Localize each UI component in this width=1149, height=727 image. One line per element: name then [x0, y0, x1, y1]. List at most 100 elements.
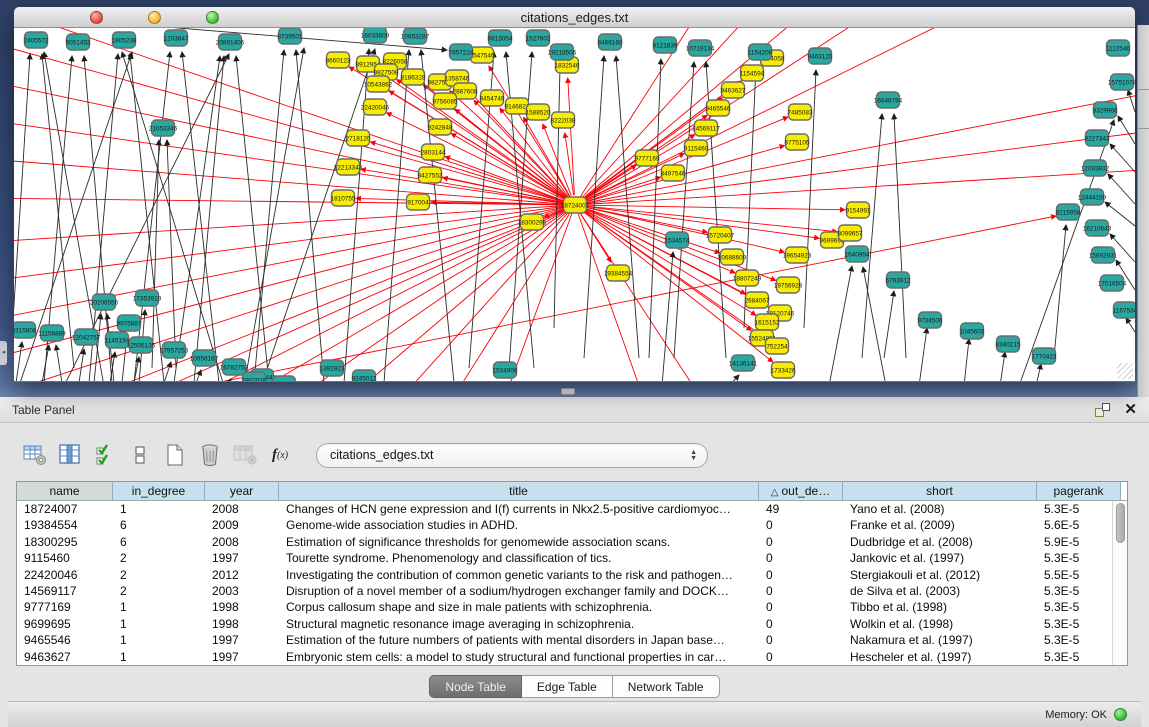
graph-node[interactable]: 10719134 — [686, 40, 715, 56]
citation-edge[interactable] — [180, 216, 1056, 381]
column-header-in_degree[interactable]: in_degree — [113, 482, 205, 500]
window-resize-grip[interactable] — [1117, 363, 1133, 379]
function-builder-icon[interactable]: f(x) — [267, 442, 293, 468]
column-header-out_de[interactable]: △out_de… — [759, 482, 843, 500]
delete-icon[interactable] — [197, 442, 223, 468]
graph-node[interactable]: 8813054 — [488, 30, 513, 46]
graph-node[interactable]: 9121839 — [653, 37, 678, 53]
float-window-icon[interactable] — [1095, 403, 1110, 417]
graph-node[interactable]: 10653287 — [401, 28, 430, 44]
graph-node[interactable]: 8660123 — [326, 52, 351, 68]
graph-node[interactable]: 1154594 — [740, 65, 765, 81]
table-row[interactable]: 946362711997Embryonic stem cells: a mode… — [17, 649, 1127, 665]
row-check-icon[interactable] — [92, 442, 118, 468]
graph-node[interactable]: 9048510 — [272, 376, 297, 381]
graph-node[interactable]: 7485083 — [788, 104, 813, 120]
graph-node[interactable]: 9463120 — [808, 48, 833, 64]
new-table-icon[interactable] — [162, 442, 188, 468]
table-scrollbar[interactable] — [1112, 501, 1127, 665]
collapse-panel-handle[interactable]: ◂ — [0, 341, 7, 365]
table-row[interactable]: 1872400712008Changes of HCN gene express… — [17, 501, 1127, 517]
graph-node[interactable]: 12093832 — [1081, 160, 1110, 176]
graph-node[interactable]: 2684067 — [745, 292, 770, 308]
citation-edge[interactable] — [585, 205, 845, 210]
table-row[interactable]: 2242004622012Investigating the contribut… — [17, 567, 1127, 583]
graph-node[interactable]: 2718120 — [346, 130, 371, 146]
graph-node[interactable]: 9756085 — [433, 93, 458, 109]
graph-node[interactable]: 16210643 — [1083, 220, 1112, 236]
graph-node[interactable]: 9242848 — [428, 119, 453, 135]
table-row[interactable]: 969969511998Structural magnetic resonanc… — [17, 616, 1127, 632]
table-row[interactable]: 1456911722003Disruption of a novel membe… — [17, 583, 1127, 599]
graph-node[interactable]: 10688609 — [718, 249, 747, 265]
graph-node[interactable]: 1203847 — [164, 30, 189, 46]
table-row[interactable]: 977716911998Corpus callosum shape and si… — [17, 599, 1127, 615]
graph-node[interactable]: 12042757 — [72, 329, 101, 345]
close-window-icon[interactable] — [90, 11, 103, 24]
graph-edge[interactable] — [244, 48, 304, 381]
table-source-select[interactable]: citations_edges.txt ▲▼ — [316, 443, 708, 468]
graph-node[interactable]: 8427552 — [418, 167, 443, 183]
graph-node[interactable]: 9154991 — [846, 202, 871, 218]
table-row[interactable]: 1938455462009Genome-wide association stu… — [17, 517, 1127, 533]
graph-node[interactable]: 9777169 — [635, 150, 660, 166]
graph-node[interactable]: 17353919 — [133, 290, 162, 306]
graph-edge[interactable] — [863, 267, 886, 381]
graph-node[interactable]: 8099657 — [838, 225, 863, 241]
graph-node[interactable]: 18724007 — [561, 197, 590, 213]
graph-node[interactable]: 9465546 — [706, 100, 731, 116]
graph-node[interactable]: 7902016 — [242, 372, 267, 381]
graph-node[interactable]: 1733426 — [771, 362, 796, 378]
graph-node[interactable]: 2405572 — [24, 32, 49, 48]
graph-edge[interactable] — [1118, 116, 1135, 144]
network-canvas[interactable]: 1872400718300295866012389129548226058982… — [14, 28, 1135, 381]
graph-edge[interactable] — [16, 342, 22, 381]
graph-node[interactable]: 9463627 — [721, 82, 746, 98]
citation-edge[interactable] — [14, 198, 575, 205]
graph-node[interactable]: 14136141 — [729, 355, 758, 371]
graph-node[interactable]: 1112546 — [1106, 40, 1130, 56]
graph-edge[interactable] — [196, 370, 201, 381]
graph-node[interactable]: 10958167 — [190, 350, 219, 366]
graph-edge[interactable] — [1036, 364, 1041, 381]
column-visibility-icon[interactable] — [57, 442, 83, 468]
memory-status-icon[interactable] — [1114, 708, 1127, 721]
column-header-short[interactable]: short — [843, 482, 1037, 500]
graph-edge[interactable] — [134, 52, 170, 381]
graph-node[interactable]: 19654923 — [783, 247, 812, 263]
graph-node[interactable]: 1810755 — [331, 190, 356, 206]
graph-node[interactable]: 12505135 — [127, 337, 156, 353]
citation-edge[interactable] — [575, 28, 894, 205]
graph-node[interactable]: 1615152 — [755, 314, 780, 330]
graph-edge[interactable] — [42, 345, 49, 381]
graph-node[interactable]: 9734506 — [918, 312, 943, 328]
graph-edge[interactable] — [729, 375, 739, 381]
graph-node[interactable]: 19218506 — [548, 44, 577, 60]
citation-edge[interactable] — [580, 213, 611, 262]
graph-node[interactable]: 22420046 — [361, 99, 390, 115]
citation-edge[interactable] — [575, 168, 1135, 205]
graph-edge[interactable] — [674, 62, 694, 358]
graph-node[interactable]: 21053346 — [149, 120, 178, 136]
graph-edge[interactable] — [236, 56, 269, 381]
graph-node[interactable]: 8222038 — [551, 112, 576, 128]
column-header-pagerank[interactable]: pagerank — [1037, 482, 1121, 500]
graph-node[interactable]: 8186328 — [401, 69, 426, 85]
table-row[interactable]: 946554611997Estimation of the future num… — [17, 632, 1127, 648]
column-header-title[interactable]: title — [279, 482, 759, 500]
graph-node[interactable]: 18300295 — [518, 214, 547, 230]
graph-node[interactable]: 1392923 — [320, 360, 345, 376]
graph-node[interactable]: 1534574 — [665, 232, 690, 248]
graph-node[interactable]: 10543862 — [364, 76, 393, 92]
graph-node[interactable]: 8454749 — [480, 90, 505, 106]
graph-node[interactable]: 17016504 — [1098, 275, 1127, 291]
graph-node[interactable]: 8340215 — [996, 336, 1021, 352]
graph-edge[interactable] — [662, 252, 673, 381]
column-header-year[interactable]: year — [205, 482, 279, 500]
graph-edge[interactable] — [964, 339, 969, 381]
graph-node[interactable]: 19384554 — [604, 265, 633, 281]
graph-edge[interactable] — [130, 54, 164, 381]
graph-node[interactable]: 15692931 — [1089, 247, 1118, 263]
graph-node[interactable]: 8775105 — [785, 134, 810, 150]
graph-edge[interactable] — [862, 114, 882, 358]
